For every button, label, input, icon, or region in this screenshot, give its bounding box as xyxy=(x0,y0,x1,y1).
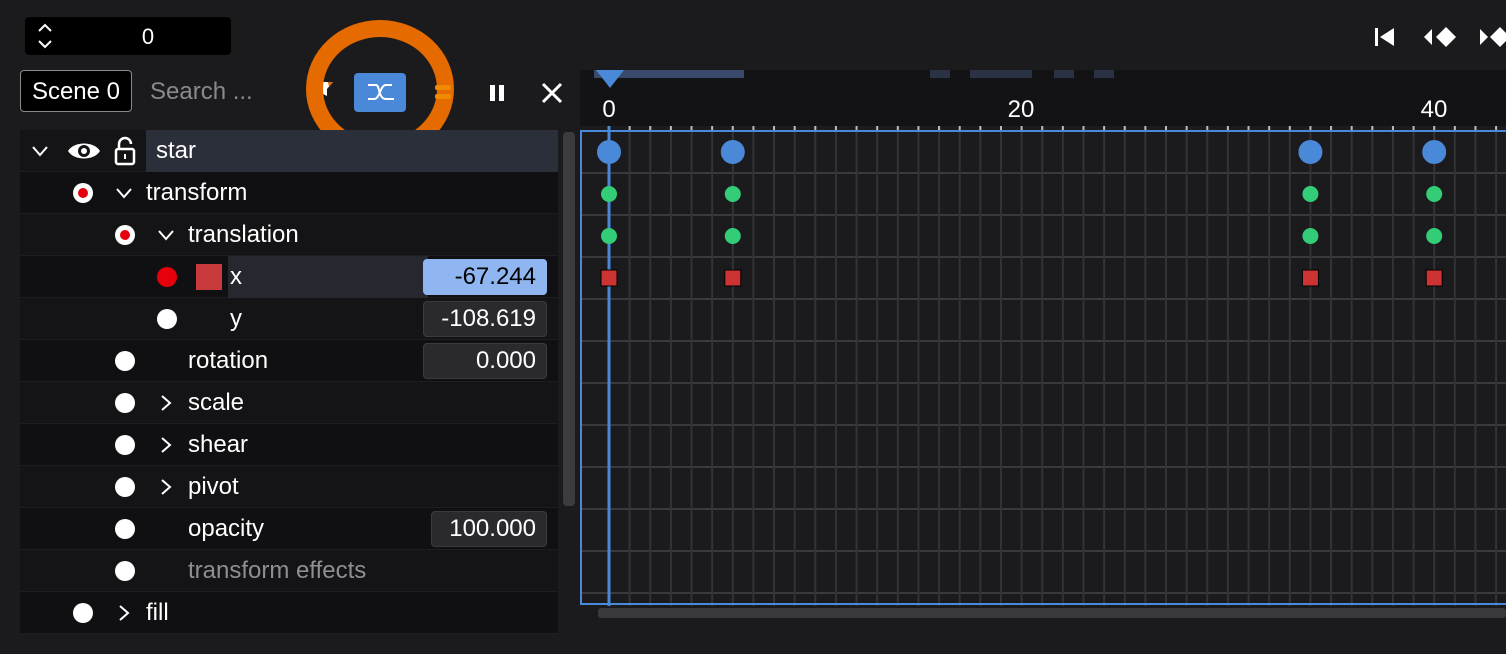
keyframe-star[interactable] xyxy=(597,140,621,164)
x-name-field: x xyxy=(228,256,428,298)
previous-keyframe-icon[interactable] xyxy=(1422,24,1458,50)
fill-label: fill xyxy=(146,599,169,626)
chevron-right-icon[interactable] xyxy=(156,435,176,455)
record-toggle[interactable] xyxy=(115,561,135,581)
playhead-icon[interactable] xyxy=(594,70,626,90)
tree-row-scale[interactable]: scale xyxy=(20,382,558,424)
range-segment xyxy=(930,70,950,78)
tree-scrollbar[interactable] xyxy=(563,132,575,506)
keyframe-x[interactable] xyxy=(1301,269,1319,287)
record-toggle[interactable] xyxy=(73,183,93,203)
tree-row-transform-effects[interactable]: transform effects xyxy=(20,550,558,592)
scale-label: scale xyxy=(188,389,245,416)
unlock-icon[interactable] xyxy=(114,136,136,166)
channel-color-swatch[interactable] xyxy=(196,264,222,290)
tick-label-0: 0 xyxy=(602,96,616,123)
tree-row-transform[interactable]: transform xyxy=(20,172,558,214)
options-icon[interactable] xyxy=(434,82,452,102)
tick-label-40: 40 xyxy=(1420,96,1448,123)
chevron-right-icon[interactable] xyxy=(156,477,176,497)
x-value-field[interactable]: -67.244 xyxy=(423,259,547,295)
close-icon[interactable] xyxy=(540,81,564,105)
keyframe-star[interactable] xyxy=(1422,140,1447,164)
star-name-field[interactable]: star xyxy=(146,130,558,172)
keyframe-transform[interactable] xyxy=(601,186,617,202)
record-toggle[interactable] xyxy=(115,435,135,455)
curve-editor-button[interactable] xyxy=(354,73,406,112)
keyframe-x[interactable] xyxy=(724,269,742,287)
keyframe-star[interactable] xyxy=(1298,140,1323,164)
keyframe-x[interactable] xyxy=(600,269,618,287)
tree-row-y[interactable]: y -108.619 xyxy=(20,298,558,340)
range-segment xyxy=(1094,70,1114,78)
x-label: x xyxy=(230,263,242,290)
tick-label-20: 20 xyxy=(1007,96,1035,123)
range-segment xyxy=(970,70,1032,78)
keyframe-translation[interactable] xyxy=(601,228,617,244)
eye-icon[interactable] xyxy=(66,139,102,163)
keyframe-grid[interactable] xyxy=(580,126,1506,606)
chevron-right-icon[interactable] xyxy=(156,393,176,413)
record-toggle[interactable] xyxy=(115,393,135,413)
record-toggle[interactable] xyxy=(157,309,177,329)
keyframe-x[interactable] xyxy=(1425,269,1443,287)
record-toggle[interactable] xyxy=(115,519,135,539)
record-toggle[interactable] xyxy=(73,603,93,623)
chevron-down-icon[interactable] xyxy=(30,141,50,161)
record-toggle[interactable] xyxy=(115,351,135,371)
star-label: star xyxy=(156,137,197,164)
keyframe-transform[interactable] xyxy=(1426,186,1443,202)
tree-row-star[interactable]: star xyxy=(20,130,558,172)
keyframe-transform[interactable] xyxy=(724,186,741,202)
tree-row-fill[interactable]: fill xyxy=(20,592,558,634)
record-toggle[interactable] xyxy=(157,267,177,287)
transform-effects-label: transform effects xyxy=(188,557,367,584)
chevron-down-icon[interactable] xyxy=(156,225,176,245)
pivot-label: pivot xyxy=(188,473,239,500)
record-toggle[interactable] xyxy=(115,225,135,245)
next-keyframe-icon[interactable] xyxy=(1476,24,1506,50)
keyframe-star[interactable] xyxy=(720,140,745,164)
tree-row-x[interactable]: x -67.244 xyxy=(20,256,558,298)
timeline-horizontal-scrollbar[interactable] xyxy=(598,608,1506,618)
rotation-label: rotation xyxy=(188,347,269,374)
go-to-start-icon[interactable] xyxy=(1372,24,1398,50)
transform-label: transform xyxy=(146,179,248,206)
keyframe-translation[interactable] xyxy=(1426,228,1443,244)
keyframe-transform[interactable] xyxy=(1302,186,1319,202)
tree-row-pivot[interactable]: pivot xyxy=(20,466,558,508)
rotation-value-field[interactable]: 0.000 xyxy=(423,343,547,379)
tree-row-shear[interactable]: shear xyxy=(20,424,558,466)
translation-label: translation xyxy=(188,221,299,248)
frame-number-field[interactable]: 0 xyxy=(25,17,231,55)
chevron-down-icon[interactable] xyxy=(114,183,134,203)
tree-row-rotation[interactable]: rotation 0.000 xyxy=(20,340,558,382)
chevron-right-icon[interactable] xyxy=(114,603,134,623)
frame-number-value: 0 xyxy=(141,24,155,49)
filter-icon[interactable] xyxy=(316,80,334,98)
spinner-arrows-icon[interactable] xyxy=(35,21,55,51)
y-value-field[interactable]: -108.619 xyxy=(423,301,547,337)
pause-icon[interactable] xyxy=(486,82,508,104)
opacity-value-field[interactable]: 100.000 xyxy=(431,511,547,547)
record-toggle[interactable] xyxy=(115,477,135,497)
scene-selector[interactable]: Scene 0 xyxy=(20,70,132,112)
keyframe-translation[interactable] xyxy=(724,228,741,244)
curve-editor-icon xyxy=(368,84,394,100)
property-tree: star transform translation x -67.244 y -… xyxy=(20,130,558,634)
tree-row-translation[interactable]: translation xyxy=(20,214,558,256)
timeline-ruler[interactable] xyxy=(580,70,1506,130)
search-input[interactable] xyxy=(142,70,292,114)
y-label: y xyxy=(230,305,242,332)
opacity-label: opacity xyxy=(188,515,265,542)
shear-label: shear xyxy=(188,431,249,458)
range-segment xyxy=(1054,70,1074,78)
keyframe-translation[interactable] xyxy=(1302,228,1319,244)
tree-row-opacity[interactable]: opacity 100.000 xyxy=(20,508,558,550)
